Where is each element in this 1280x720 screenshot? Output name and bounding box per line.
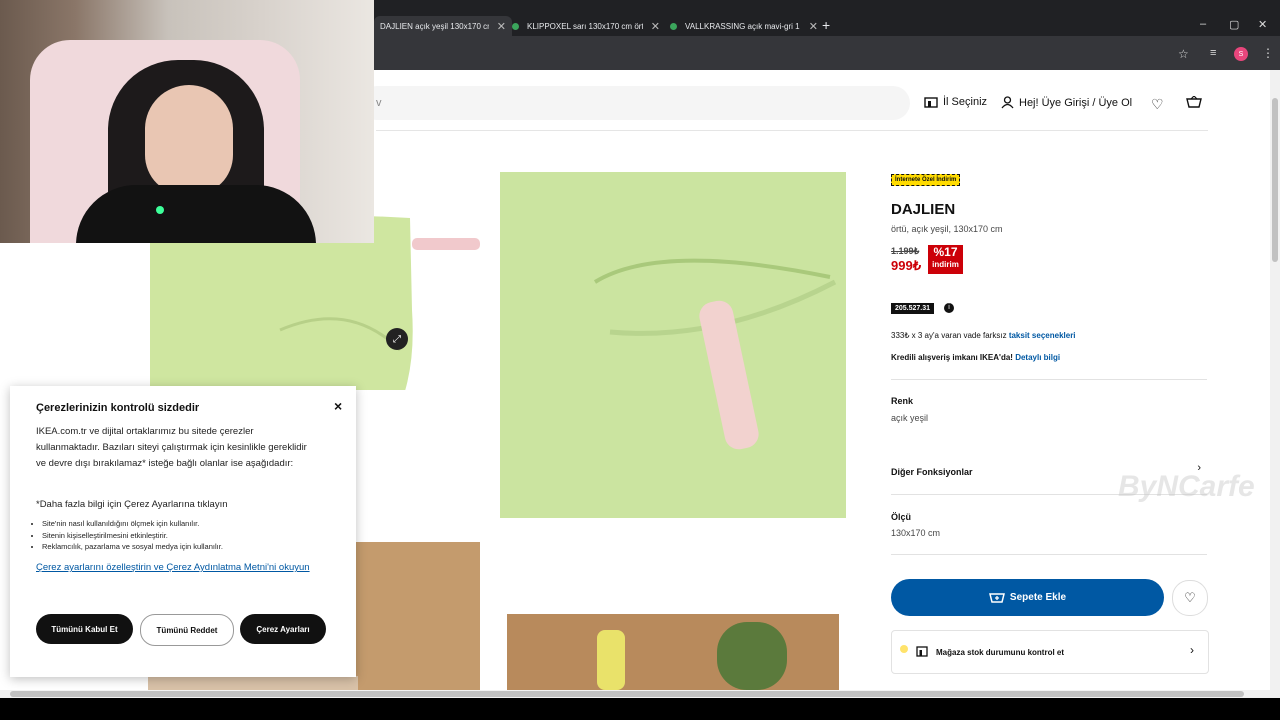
cookie-settings-link[interactable]: Çerez ayarlarını özelleştirin ve Çerez A… bbox=[36, 560, 316, 576]
store-select-label: İl Seçiniz bbox=[943, 96, 988, 108]
scrollbar-thumb[interactable] bbox=[1272, 98, 1278, 262]
credit-info: Kredili alışveriş imkanı IKEA'da! Detayl… bbox=[891, 353, 1060, 362]
header-divider bbox=[376, 130, 1208, 131]
close-tab-icon[interactable]: ✕ bbox=[651, 20, 660, 33]
lifestyle-person bbox=[597, 630, 625, 690]
info-icon[interactable]: i bbox=[944, 303, 954, 313]
profile-avatar[interactable]: S bbox=[1234, 47, 1248, 61]
user-icon bbox=[1001, 96, 1014, 109]
color-value: açık yeşil bbox=[891, 413, 929, 423]
tab-title: KLIPPOXEL sarı 130x170 cm örtü bbox=[527, 21, 643, 31]
discount-percent: %17 bbox=[933, 245, 958, 259]
article-number: 205.527.31 bbox=[891, 303, 935, 314]
stock-check-row[interactable]: Mağaza stok durumunu kontrol et › bbox=[891, 630, 1209, 674]
divider bbox=[891, 379, 1207, 380]
new-tab-button[interactable]: + bbox=[822, 17, 830, 33]
other-functions-label: Diğer Fonksiyonlar bbox=[891, 467, 973, 477]
headset-light bbox=[156, 206, 164, 214]
sweater bbox=[76, 185, 316, 243]
lifestyle-image-1-bottom bbox=[148, 676, 358, 690]
cart-icon bbox=[988, 593, 1005, 603]
cookie-bullets: Site'nin nasıl kullanıldığını ölçmek içi… bbox=[20, 518, 223, 553]
cookie-bullet: Reklamcılık, pazarlama ve sosyal medya i… bbox=[42, 541, 223, 553]
size-value: 130x170 cm bbox=[891, 528, 941, 538]
chevron-right-icon: › bbox=[1190, 643, 1194, 657]
account-label: Hej! Üye Girişi / Üye Ol bbox=[1019, 96, 1133, 109]
old-price: 1.199₺ bbox=[891, 246, 920, 256]
lifestyle-plant bbox=[717, 622, 787, 690]
product-image-detail[interactable] bbox=[500, 172, 846, 518]
online-discount-badge: İnternete Özel İndirim bbox=[891, 174, 961, 186]
discount-label: indirim bbox=[932, 260, 959, 269]
watermark: ByNCarfe bbox=[1118, 470, 1255, 503]
credit-link[interactable]: Detaylı bilgi bbox=[1015, 353, 1060, 362]
bookmark-star-icon[interactable]: ☆ bbox=[1178, 47, 1189, 61]
credit-text: Kredili alışveriş imkanı IKEA'da! bbox=[891, 353, 1013, 362]
minimize-button[interactable]: – bbox=[1200, 18, 1206, 30]
store-select-button[interactable]: İl Seçiniz bbox=[924, 96, 987, 108]
horizontal-scrollbar[interactable] bbox=[0, 690, 1270, 698]
close-tab-icon[interactable]: ✕ bbox=[809, 20, 818, 33]
installment-link[interactable]: taksit seçenekleri bbox=[1009, 331, 1076, 340]
cookie-body: IKEA.com.tr ve dijital ortaklarımız bu s… bbox=[36, 426, 307, 469]
tab-klippoxel[interactable]: KLIPPOXEL sarı 130x170 cm örtü ✕ bbox=[506, 16, 666, 36]
status-dot-icon bbox=[900, 645, 908, 653]
stock-check-label: Mağaza stok durumunu kontrol et bbox=[936, 648, 1065, 657]
media-control-icon[interactable]: ≡ bbox=[1210, 47, 1216, 59]
account-button[interactable]: Hej! Üye Girişi / Üye Ol bbox=[1001, 96, 1132, 109]
store-icon bbox=[916, 646, 928, 657]
search-text: v bbox=[376, 97, 382, 109]
add-to-cart-label: Sepete Ekle bbox=[1009, 592, 1067, 603]
scrollbar-thumb[interactable] bbox=[10, 691, 1244, 697]
current-price: 999₺ bbox=[891, 258, 921, 273]
webcam-overlay bbox=[0, 0, 374, 243]
zoom-icon[interactable]: ⤢ bbox=[386, 328, 408, 350]
favicon-icon bbox=[670, 22, 677, 30]
installment-info: 333₺ x 3 ay'a varan vade farksız taksit … bbox=[891, 331, 1076, 340]
lifestyle-image-2[interactable] bbox=[507, 614, 839, 690]
discount-tag: %17 indirim bbox=[928, 245, 963, 274]
cookie-title: Çerezlerinizin kontrolü sizdedir bbox=[36, 402, 200, 414]
divider bbox=[891, 554, 1207, 555]
product-description: örtü, açık yeşil, 130x170 cm bbox=[891, 224, 1003, 234]
menu-icon[interactable]: ⋮ bbox=[1262, 46, 1274, 60]
vertical-scrollbar[interactable] bbox=[1270, 70, 1280, 698]
close-tab-icon[interactable]: ✕ bbox=[497, 20, 506, 33]
favorite-heart-icon[interactable]: ♡ bbox=[1172, 580, 1208, 616]
size-label: Ölçü bbox=[891, 512, 912, 522]
add-to-cart-button[interactable]: Sepete Ekle bbox=[891, 579, 1164, 616]
lifestyle-image-1[interactable] bbox=[356, 542, 480, 690]
cookie-note: *Daha fazla bilgi için Çerez Ayarlarına … bbox=[36, 499, 228, 510]
store-icon bbox=[924, 97, 938, 108]
product-name: DAJLIEN bbox=[891, 201, 956, 218]
cookie-bullet: Site'nin nasıl kullanıldığını ölçmek içi… bbox=[42, 518, 223, 530]
accept-all-button[interactable]: Tümünü Kabul Et bbox=[36, 614, 133, 644]
maximize-button[interactable]: ▢ bbox=[1229, 18, 1239, 31]
taskbar bbox=[0, 698, 1280, 720]
reject-all-button[interactable]: Tümünü Reddet bbox=[140, 614, 234, 646]
search-input[interactable]: v bbox=[360, 86, 910, 120]
tab-dajlien[interactable]: DAJLIEN açık yeşil 130x170 cm ✕ bbox=[374, 16, 512, 36]
cookie-bullet: Sitenin kişiselleştirilmesini etkinleşti… bbox=[42, 530, 223, 542]
tab-vallkrassing[interactable]: VALLKRASSING açık mavi-gri 1 ✕ bbox=[664, 16, 824, 36]
color-label: Renk bbox=[891, 396, 914, 406]
wishlist-heart-icon[interactable]: ♡ bbox=[1151, 96, 1164, 113]
face bbox=[145, 85, 233, 195]
installment-text: 333₺ x 3 ay'a varan vade farksız bbox=[891, 331, 1007, 340]
favicon-icon bbox=[512, 22, 519, 30]
tab-title: VALLKRASSING açık mavi-gri 1 bbox=[685, 21, 800, 31]
tab-title: DAJLIEN açık yeşil 130x170 cm bbox=[380, 21, 489, 31]
cart-icon[interactable] bbox=[1186, 96, 1202, 109]
close-window-button[interactable]: ✕ bbox=[1258, 18, 1267, 31]
cookie-banner: Çerezlerinizin kontrolü sizdedir × IKEA.… bbox=[10, 386, 356, 677]
cookie-settings-button[interactable]: Çerez Ayarları bbox=[240, 614, 326, 644]
close-icon[interactable]: × bbox=[334, 398, 342, 414]
